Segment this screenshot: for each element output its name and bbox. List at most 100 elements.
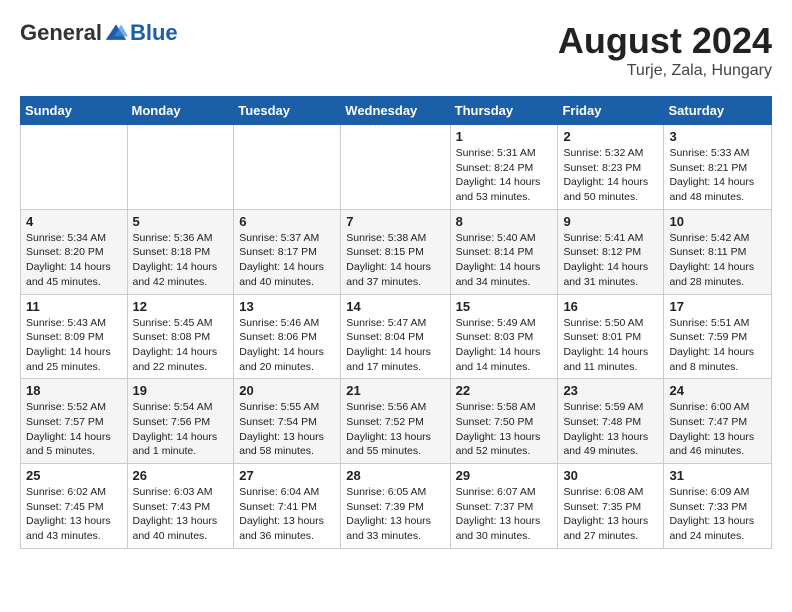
calendar-cell: 2 Sunrise: 5:32 AMSunset: 8:23 PMDaylight… bbox=[558, 125, 664, 210]
day-content: Sunrise: 6:05 AMSunset: 7:39 PMDaylight:… bbox=[346, 485, 444, 544]
day-content: Sunrise: 6:04 AMSunset: 7:41 PMDaylight:… bbox=[239, 485, 335, 544]
calendar-cell: 10 Sunrise: 5:42 AMSunset: 8:11 PMDayligh… bbox=[664, 209, 772, 294]
calendar-day-header: Saturday bbox=[664, 97, 772, 125]
day-number: 29 bbox=[456, 468, 553, 483]
day-content: Sunrise: 5:37 AMSunset: 8:17 PMDaylight:… bbox=[239, 231, 335, 290]
calendar-cell: 30Sunrise: 6:08 AMSunset: 7:35 PMDayligh… bbox=[558, 464, 664, 549]
day-number: 23 bbox=[563, 383, 658, 398]
day-content: Sunrise: 5:50 AMSunset: 8:01 PMDaylight:… bbox=[563, 316, 658, 375]
logo-icon bbox=[104, 21, 128, 45]
day-content: Sunrise: 5:54 AMSunset: 7:56 PMDaylight:… bbox=[133, 400, 229, 459]
day-content: Sunrise: 5:31 AMSunset: 8:24 PMDaylight:… bbox=[456, 146, 553, 205]
day-number: 28 bbox=[346, 468, 444, 483]
day-number: 5 bbox=[133, 214, 229, 229]
calendar-cell: 24Sunrise: 6:00 AMSunset: 7:47 PMDayligh… bbox=[664, 379, 772, 464]
day-number: 8 bbox=[456, 214, 553, 229]
calendar-cell: 23 Sunrise: 5:59 AMSunset: 7:48 PMDayligh… bbox=[558, 379, 664, 464]
day-content: Sunrise: 5:47 AMSunset: 8:04 PMDaylight:… bbox=[346, 316, 444, 375]
calendar-cell: 8 Sunrise: 5:40 AMSunset: 8:14 PMDaylight… bbox=[450, 209, 558, 294]
day-number: 1 bbox=[456, 129, 553, 144]
day-number: 14 bbox=[346, 299, 444, 314]
calendar-cell: 3 Sunrise: 5:33 AMSunset: 8:21 PMDaylight… bbox=[664, 125, 772, 210]
day-number: 31 bbox=[669, 468, 766, 483]
logo-blue-text: Blue bbox=[130, 20, 178, 46]
day-content: Sunrise: 6:08 AMSunset: 7:35 PMDaylight:… bbox=[563, 485, 658, 544]
location-subtitle: Turje, Zala, Hungary bbox=[558, 62, 772, 80]
calendar-cell: 22Sunrise: 5:58 AMSunset: 7:50 PMDayligh… bbox=[450, 379, 558, 464]
day-number: 18 bbox=[26, 383, 122, 398]
day-content: Sunrise: 5:55 AMSunset: 7:54 PMDaylight:… bbox=[239, 400, 335, 459]
calendar-cell: 20 Sunrise: 5:55 AMSunset: 7:54 PMDayligh… bbox=[234, 379, 341, 464]
logo: General Blue bbox=[20, 20, 178, 46]
calendar-cell: 7Sunrise: 5:38 AMSunset: 8:15 PMDaylight… bbox=[341, 209, 450, 294]
day-number: 17 bbox=[669, 299, 766, 314]
day-content: Sunrise: 5:45 AMSunset: 8:08 PMDaylight:… bbox=[133, 316, 229, 375]
calendar-day-header: Sunday bbox=[21, 97, 128, 125]
day-content: Sunrise: 5:32 AMSunset: 8:23 PMDaylight:… bbox=[563, 146, 658, 205]
calendar-week-row: 1 Sunrise: 5:31 AMSunset: 8:24 PMDaylight… bbox=[21, 125, 772, 210]
calendar-cell: 11 Sunrise: 5:43 AMSunset: 8:09 PMDayligh… bbox=[21, 294, 128, 379]
day-number: 9 bbox=[563, 214, 658, 229]
title-block: August 2024 Turje, Zala, Hungary bbox=[558, 20, 772, 80]
day-number: 6 bbox=[239, 214, 335, 229]
month-year-title: August 2024 bbox=[558, 20, 772, 62]
day-content: Sunrise: 6:02 AMSunset: 7:45 PMDaylight:… bbox=[26, 485, 122, 544]
day-content: Sunrise: 5:49 AMSunset: 8:03 PMDaylight:… bbox=[456, 316, 553, 375]
calendar-cell: 12Sunrise: 5:45 AMSunset: 8:08 PMDayligh… bbox=[127, 294, 234, 379]
calendar-cell bbox=[21, 125, 128, 210]
day-number: 22 bbox=[456, 383, 553, 398]
day-content: Sunrise: 5:43 AMSunset: 8:09 PMDaylight:… bbox=[26, 316, 122, 375]
calendar-cell: 13Sunrise: 5:46 AMSunset: 8:06 PMDayligh… bbox=[234, 294, 341, 379]
day-content: Sunrise: 5:42 AMSunset: 8:11 PMDaylight:… bbox=[669, 231, 766, 290]
day-number: 11 bbox=[26, 299, 122, 314]
calendar-table: SundayMondayTuesdayWednesdayThursdayFrid… bbox=[20, 96, 772, 549]
day-number: 24 bbox=[669, 383, 766, 398]
calendar-cell: 1 Sunrise: 5:31 AMSunset: 8:24 PMDaylight… bbox=[450, 125, 558, 210]
day-content: Sunrise: 6:07 AMSunset: 7:37 PMDaylight:… bbox=[456, 485, 553, 544]
day-content: Sunrise: 6:03 AMSunset: 7:43 PMDaylight:… bbox=[133, 485, 229, 544]
day-number: 26 bbox=[133, 468, 229, 483]
calendar-cell: 9 Sunrise: 5:41 AMSunset: 8:12 PMDaylight… bbox=[558, 209, 664, 294]
calendar-week-row: 18 Sunrise: 5:52 AMSunset: 7:57 PMDayligh… bbox=[21, 379, 772, 464]
day-content: Sunrise: 5:38 AMSunset: 8:15 PMDaylight:… bbox=[346, 231, 444, 290]
day-number: 15 bbox=[456, 299, 553, 314]
day-content: Sunrise: 5:52 AMSunset: 7:57 PMDaylight:… bbox=[26, 400, 122, 459]
calendar-cell: 26 Sunrise: 6:03 AMSunset: 7:43 PMDayligh… bbox=[127, 464, 234, 549]
calendar-cell: 29 Sunrise: 6:07 AMSunset: 7:37 PMDayligh… bbox=[450, 464, 558, 549]
day-content: Sunrise: 5:40 AMSunset: 8:14 PMDaylight:… bbox=[456, 231, 553, 290]
calendar-cell: 14 Sunrise: 5:47 AMSunset: 8:04 PMDayligh… bbox=[341, 294, 450, 379]
calendar-cell: 17 Sunrise: 5:51 AMSunset: 7:59 PMDayligh… bbox=[664, 294, 772, 379]
calendar-day-header: Tuesday bbox=[234, 97, 341, 125]
day-number: 25 bbox=[26, 468, 122, 483]
day-number: 27 bbox=[239, 468, 335, 483]
calendar-cell: 19Sunrise: 5:54 AMSunset: 7:56 PMDayligh… bbox=[127, 379, 234, 464]
calendar-cell bbox=[127, 125, 234, 210]
calendar-day-header: Wednesday bbox=[341, 97, 450, 125]
calendar-cell: 18 Sunrise: 5:52 AMSunset: 7:57 PMDayligh… bbox=[21, 379, 128, 464]
calendar-cell bbox=[234, 125, 341, 210]
calendar-cell: 6 Sunrise: 5:37 AMSunset: 8:17 PMDaylight… bbox=[234, 209, 341, 294]
calendar-cell: 15 Sunrise: 5:49 AMSunset: 8:03 PMDayligh… bbox=[450, 294, 558, 379]
calendar-cell: 5Sunrise: 5:36 AMSunset: 8:18 PMDaylight… bbox=[127, 209, 234, 294]
day-number: 10 bbox=[669, 214, 766, 229]
day-number: 3 bbox=[669, 129, 766, 144]
calendar-cell: 31Sunrise: 6:09 AMSunset: 7:33 PMDayligh… bbox=[664, 464, 772, 549]
day-content: Sunrise: 5:33 AMSunset: 8:21 PMDaylight:… bbox=[669, 146, 766, 205]
page-header: General Blue August 2024 Turje, Zala, Hu… bbox=[20, 20, 772, 80]
calendar-cell: 28 Sunrise: 6:05 AMSunset: 7:39 PMDayligh… bbox=[341, 464, 450, 549]
calendar-week-row: 11 Sunrise: 5:43 AMSunset: 8:09 PMDayligh… bbox=[21, 294, 772, 379]
calendar-cell: 4Sunrise: 5:34 AMSunset: 8:20 PMDaylight… bbox=[21, 209, 128, 294]
day-number: 16 bbox=[563, 299, 658, 314]
calendar-cell: 16 Sunrise: 5:50 AMSunset: 8:01 PMDayligh… bbox=[558, 294, 664, 379]
day-content: Sunrise: 5:46 AMSunset: 8:06 PMDaylight:… bbox=[239, 316, 335, 375]
day-number: 2 bbox=[563, 129, 658, 144]
day-content: Sunrise: 5:34 AMSunset: 8:20 PMDaylight:… bbox=[26, 231, 122, 290]
day-content: Sunrise: 5:41 AMSunset: 8:12 PMDaylight:… bbox=[563, 231, 658, 290]
calendar-cell bbox=[341, 125, 450, 210]
day-content: Sunrise: 5:56 AMSunset: 7:52 PMDaylight:… bbox=[346, 400, 444, 459]
day-number: 20 bbox=[239, 383, 335, 398]
day-number: 21 bbox=[346, 383, 444, 398]
day-content: Sunrise: 5:51 AMSunset: 7:59 PMDaylight:… bbox=[669, 316, 766, 375]
day-content: Sunrise: 5:59 AMSunset: 7:48 PMDaylight:… bbox=[563, 400, 658, 459]
calendar-day-header: Monday bbox=[127, 97, 234, 125]
